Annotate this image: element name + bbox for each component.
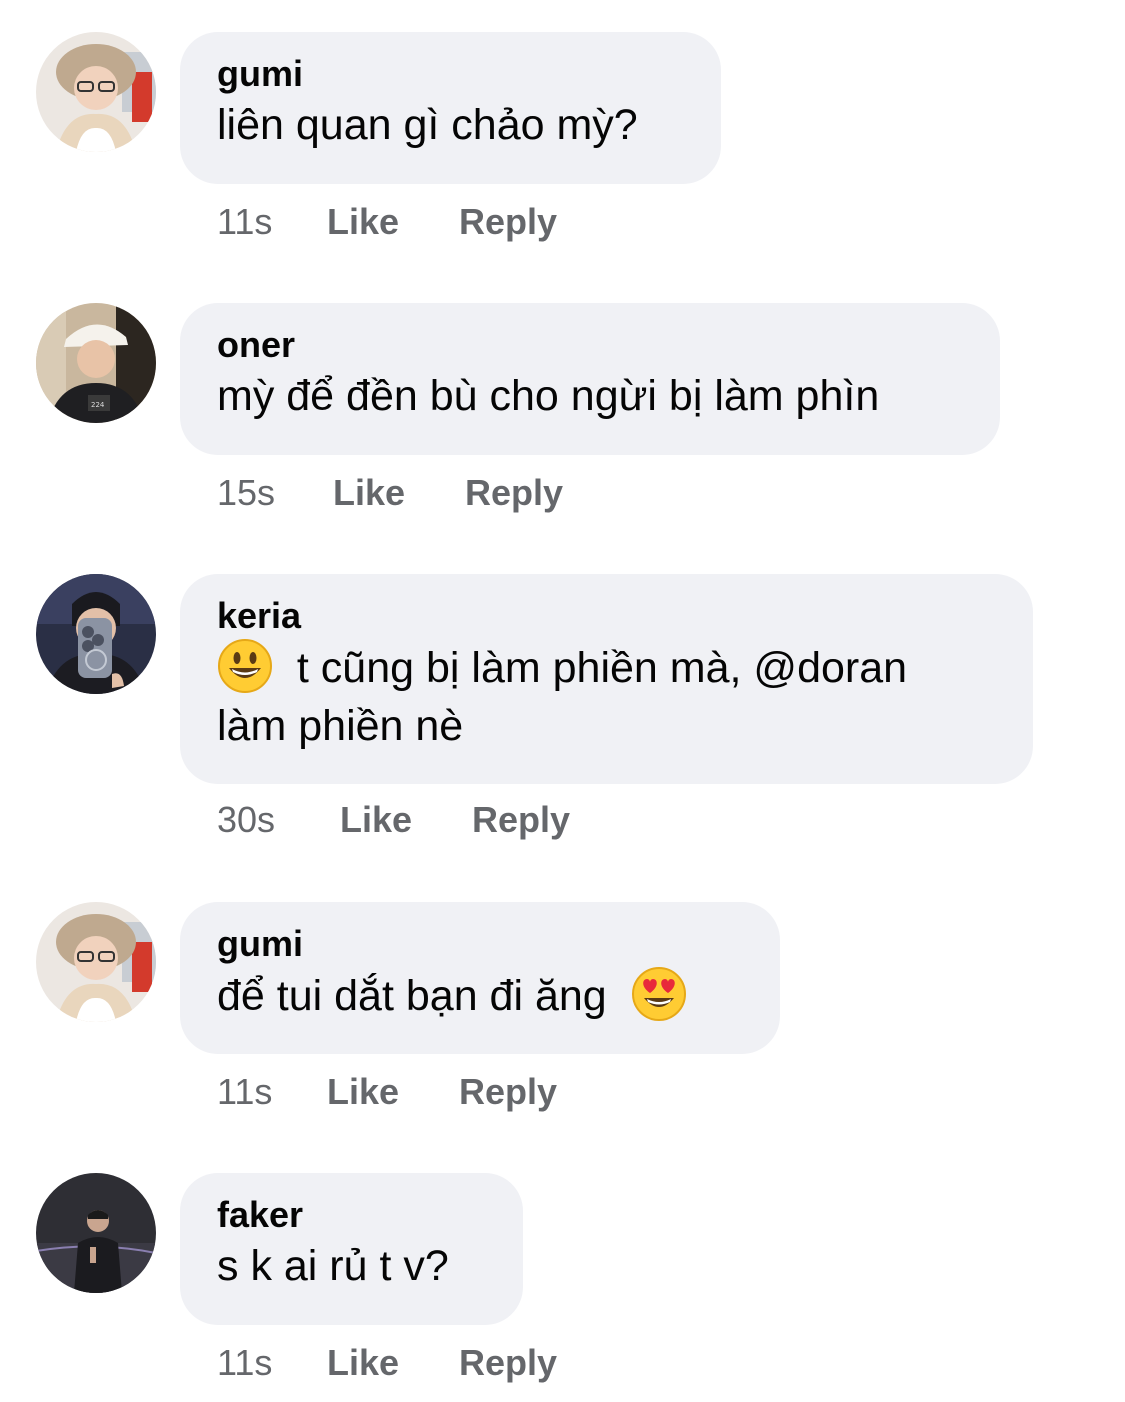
comment-bubble[interactable]: gumi để tui dắt bạn đi ăng	[180, 902, 780, 1054]
reply-button[interactable]: Reply	[465, 473, 563, 513]
oner-avatar-icon[interactable]: 224	[36, 303, 156, 423]
comment-author[interactable]: faker	[217, 1195, 486, 1235]
like-button[interactable]: Like	[340, 800, 472, 840]
comment-bubble[interactable]: keria t cũng bị làm phiền mà, @doran làm…	[180, 574, 1033, 784]
comment-bubble[interactable]: gumi liên quan gì chảo mỳ?	[180, 32, 721, 184]
comment-bubble[interactable]: faker s k ai rủ t v?	[180, 1173, 523, 1325]
gumi-avatar-icon[interactable]	[36, 32, 156, 152]
comment-actions: 30s Like Reply	[217, 800, 570, 840]
comment-actions: 11s Like Reply	[217, 1072, 557, 1112]
comment-text: s k ai rủ t v?	[217, 1242, 449, 1290]
comment-bubble[interactable]: oner mỳ để đền bù cho ngừi bị làm phìn	[180, 303, 1000, 455]
reply-button[interactable]: Reply	[459, 1072, 557, 1112]
grinning-face-emoji-icon	[217, 638, 273, 694]
keria-avatar-icon[interactable]	[36, 574, 156, 694]
comment-text-line: để tui dắt bạn đi ăng	[217, 972, 607, 1020]
like-button[interactable]: Like	[327, 202, 459, 242]
comment-timestamp: 11s	[217, 1342, 273, 1383]
comment-author[interactable]: keria	[217, 596, 996, 636]
comment-timestamp: 30s	[217, 799, 276, 840]
comment-actions: 11s Like Reply	[217, 202, 557, 242]
comment-text: mỳ để đền bù cho ngừi bị làm phìn	[217, 372, 880, 420]
reply-button[interactable]: Reply	[459, 202, 557, 242]
like-button[interactable]: Like	[327, 1343, 459, 1383]
faker-avatar-icon[interactable]	[36, 1173, 156, 1293]
like-button[interactable]: Like	[327, 1072, 459, 1112]
comment-author[interactable]: oner	[217, 325, 963, 365]
comment-text: liên quan gì chảo mỳ?	[217, 101, 638, 149]
reply-button[interactable]: Reply	[472, 800, 570, 840]
comment-timestamp: 15s	[217, 472, 276, 513]
gumi-avatar-icon[interactable]	[36, 902, 156, 1022]
comment-text: để tui dắt bạn đi ăng	[217, 966, 743, 1025]
reply-button[interactable]: Reply	[459, 1343, 557, 1383]
comment-text: t cũng bị làm phiền mà, @doran làm phiền…	[217, 638, 996, 755]
heart-eyes-emoji-icon	[631, 966, 687, 1022]
comment-timestamp: 11s	[217, 201, 273, 242]
comment-author[interactable]: gumi	[217, 924, 743, 964]
like-button[interactable]: Like	[333, 473, 465, 513]
comment-actions: 11s Like Reply	[217, 1343, 557, 1383]
comment-text-line: làm phiền nè	[217, 702, 464, 750]
comment-author[interactable]: gumi	[217, 54, 684, 94]
comment-actions: 15s Like Reply	[217, 473, 563, 513]
comment-text-line: t cũng bị làm phiền mà, @doran	[296, 644, 908, 692]
svg-text:224: 224	[91, 401, 105, 409]
comment-timestamp: 11s	[217, 1071, 273, 1112]
